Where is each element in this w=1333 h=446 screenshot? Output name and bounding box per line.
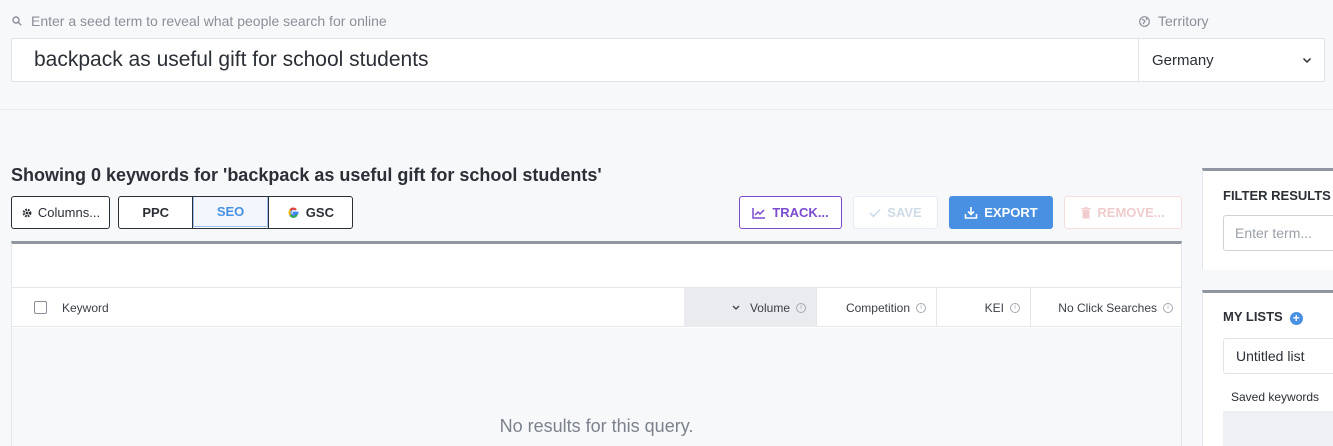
track-button[interactable]: TRACK... bbox=[739, 196, 842, 229]
info-icon[interactable]: i bbox=[916, 302, 926, 313]
territory-select[interactable]: Germany bbox=[1138, 38, 1325, 82]
remove-button[interactable]: REMOVE... bbox=[1064, 196, 1182, 229]
keywords-table: Keyword Volume i Competition i KEI i No … bbox=[11, 241, 1182, 446]
saved-keywords-area bbox=[1223, 411, 1333, 446]
download-icon bbox=[964, 207, 978, 219]
table-header: Keyword Volume i Competition i KEI i No … bbox=[12, 287, 1181, 327]
line-chart-icon bbox=[752, 207, 766, 219]
mode-gsc-button[interactable]: GSC bbox=[267, 197, 352, 228]
mode-toggle: PPC SEO GSC bbox=[118, 196, 353, 229]
column-kei[interactable]: KEI i bbox=[936, 288, 1030, 327]
mode-seo-button[interactable]: SEO bbox=[193, 197, 268, 227]
columns-button[interactable]: Columns... bbox=[11, 196, 110, 229]
list-select-value: Untitled list bbox=[1236, 348, 1305, 364]
search-hint: Enter a seed term to reveal what people … bbox=[12, 13, 387, 29]
my-lists-title-text: MY LISTS bbox=[1223, 309, 1283, 324]
select-all-checkbox[interactable] bbox=[34, 301, 47, 314]
filter-input[interactable]: Enter term... bbox=[1223, 215, 1333, 251]
export-label: EXPORT bbox=[984, 205, 1038, 220]
my-lists-panel: MY LISTS + Untitled list Saved keywords bbox=[1202, 290, 1333, 446]
save-button[interactable]: SAVE bbox=[853, 196, 938, 229]
mode-seo-label: SEO bbox=[216, 204, 245, 219]
add-list-icon[interactable]: + bbox=[1289, 312, 1303, 325]
chevron-down-icon bbox=[1302, 57, 1312, 63]
info-icon[interactable]: i bbox=[1010, 302, 1020, 313]
mode-ppc-button[interactable]: PPC bbox=[119, 197, 194, 228]
search-input[interactable] bbox=[12, 39, 1139, 81]
search-icon bbox=[12, 16, 22, 26]
search-box[interactable] bbox=[11, 38, 1139, 82]
trash-icon bbox=[1081, 206, 1091, 218]
check-icon bbox=[869, 208, 881, 218]
empty-state-message: No results for this query. bbox=[499, 416, 694, 436]
search-hint-text: Enter a seed term to reveal what people … bbox=[31, 13, 387, 29]
mode-gsc-label: GSC bbox=[305, 205, 334, 220]
info-icon[interactable]: i bbox=[796, 302, 806, 313]
column-keyword[interactable]: Keyword bbox=[34, 288, 109, 327]
columns-label: Columns... bbox=[37, 205, 101, 220]
filter-placeholder: Enter term... bbox=[1235, 225, 1313, 241]
column-no-click-label: No Click Searches bbox=[1058, 300, 1157, 315]
list-select[interactable]: Untitled list bbox=[1223, 338, 1333, 374]
saved-keywords-label: Saved keywords bbox=[1231, 390, 1320, 404]
gear-icon bbox=[22, 208, 32, 217]
column-keyword-label: Keyword bbox=[62, 300, 109, 315]
column-competition[interactable]: Competition i bbox=[816, 288, 936, 327]
info-icon[interactable]: i bbox=[1163, 302, 1173, 313]
sort-desc-icon bbox=[732, 305, 740, 310]
track-label: TRACK... bbox=[772, 205, 829, 220]
column-competition-label: Competition bbox=[845, 300, 910, 315]
filter-title: FILTER RESULTS BY bbox=[1223, 188, 1333, 203]
globe-icon bbox=[1139, 15, 1150, 27]
column-volume[interactable]: Volume i bbox=[684, 288, 816, 327]
filter-panel: FILTER RESULTS BY Enter term... bbox=[1202, 168, 1333, 270]
column-kei-label: KEI bbox=[984, 300, 1004, 315]
results-heading: Showing 0 keywords for 'backpack as usef… bbox=[11, 165, 602, 185]
mode-ppc-label: PPC bbox=[142, 205, 170, 220]
save-label: SAVE bbox=[887, 205, 922, 220]
territory-value: Germany bbox=[1152, 51, 1214, 69]
header-divider bbox=[0, 109, 1333, 110]
territory-label-text: Territory bbox=[1158, 13, 1209, 29]
remove-label: REMOVE... bbox=[1097, 205, 1165, 220]
column-no-click-searches[interactable]: No Click Searches i bbox=[1030, 288, 1183, 327]
territory-label: Territory bbox=[1139, 13, 1209, 29]
export-button[interactable]: EXPORT bbox=[949, 196, 1053, 229]
column-volume-label: Volume bbox=[749, 300, 790, 315]
my-lists-title: MY LISTS + bbox=[1223, 309, 1303, 325]
google-icon bbox=[288, 207, 299, 218]
